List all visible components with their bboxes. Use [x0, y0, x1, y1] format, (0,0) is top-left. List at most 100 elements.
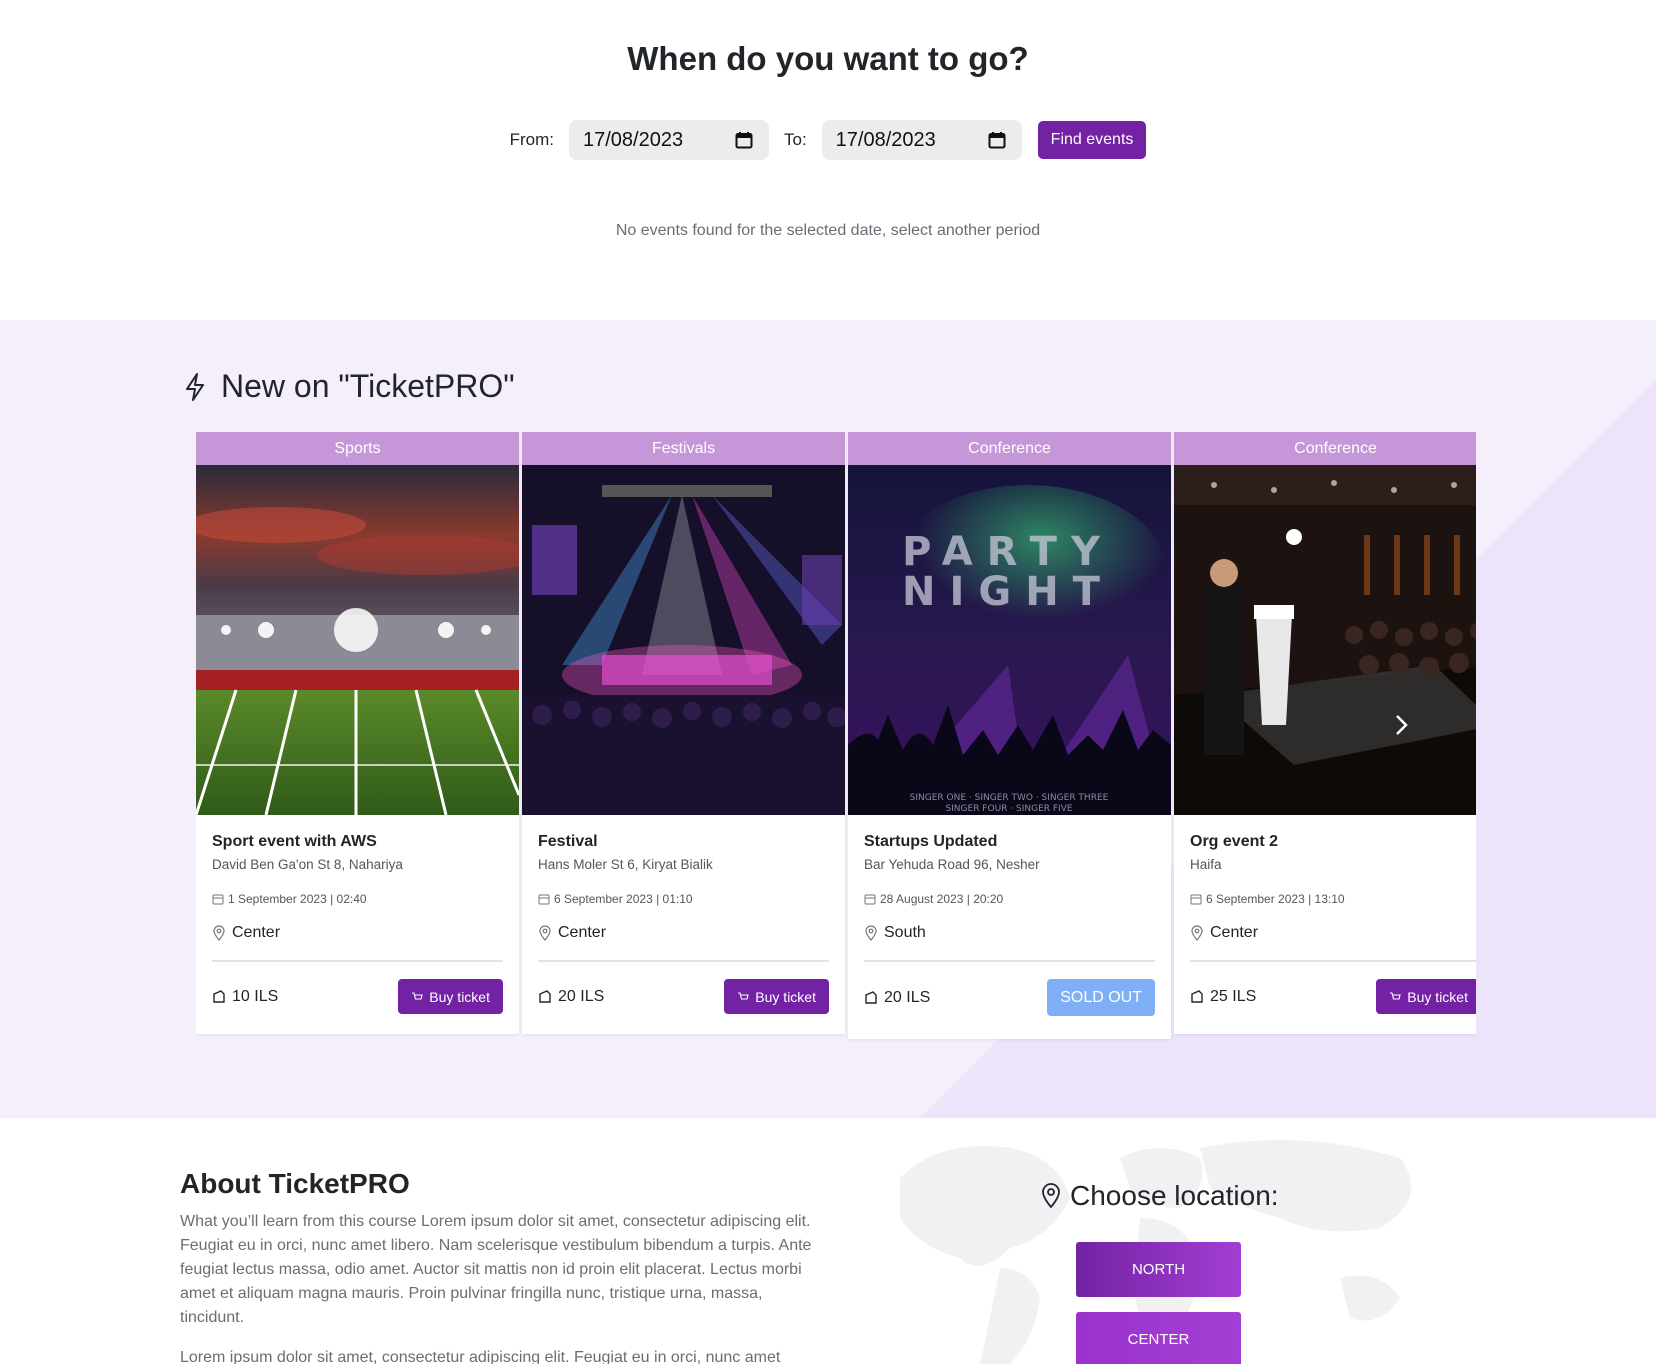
card-footer: 20 ILS Buy ticket — [538, 979, 829, 1014]
about-paragraph: Lorem ipsum dolor sit amet, consectetur … — [180, 1349, 781, 1364]
ticket-icon — [539, 989, 551, 1003]
event-image[interactable]: PARTY NIGHT SINGER ONE · SINGER TWO · SI… — [848, 465, 1171, 815]
events-carousel[interactable]: Sports Sport event with AWS David Ben Ga… — [196, 432, 1476, 1042]
buy-ticket-button[interactable]: Buy ticket — [398, 979, 503, 1014]
event-card[interactable]: Festivals Festival Hans Moler St 6, Kiry… — [522, 432, 845, 1034]
event-region-row: South — [864, 924, 1155, 942]
chevron-right-icon[interactable] — [1386, 710, 1416, 740]
event-category: Conference — [848, 432, 1171, 465]
no-events-message: No events found for the selected date, s… — [615, 222, 1041, 239]
sold-out-button[interactable]: SOLD OUT — [1047, 979, 1155, 1016]
about-paragraph: What you’ll learn from this course Lorem… — [180, 1213, 812, 1326]
price-row: 10 ILS — [212, 988, 278, 1006]
cart-icon — [412, 991, 424, 1000]
event-date-row: 6 September 2023 | 13:10 — [1190, 892, 1476, 906]
event-image[interactable] — [1174, 465, 1476, 815]
calendar-icon — [212, 894, 224, 905]
event-name[interactable]: Sport event with AWS — [212, 833, 503, 851]
find-events-button[interactable]: Find events — [1037, 121, 1147, 159]
event-region-row: Center — [1190, 924, 1476, 942]
event-image[interactable] — [196, 465, 519, 815]
calendar-icon[interactable] — [988, 131, 1006, 149]
location-pin-icon — [213, 925, 225, 941]
speaker-image — [1174, 465, 1476, 815]
event-address: Hans Moler St 6, Kiryat Bialik — [538, 857, 713, 872]
event-region: Center — [558, 924, 607, 941]
event-region: Center — [1210, 924, 1259, 941]
price-row: 20 ILS — [538, 988, 604, 1006]
event-region: Center — [232, 924, 281, 941]
buy-ticket-label: Buy ticket — [755, 988, 816, 1005]
event-date-row: 1 September 2023 | 02:40 — [212, 892, 503, 906]
event-region-row: Center — [538, 924, 829, 942]
event-name[interactable]: Startups Updated — [864, 833, 1155, 851]
from-date-value: 17/08/2023 — [582, 128, 684, 151]
card-divider — [538, 960, 829, 962]
location-pin-icon — [1191, 925, 1203, 941]
new-events-title: New on "TicketPRO" — [221, 368, 515, 404]
event-name[interactable]: Festival — [538, 833, 829, 851]
concert-image — [522, 465, 845, 815]
search-title: When do you want to go? — [627, 40, 1029, 77]
event-card[interactable]: Sports Sport event with AWS David Ben Ga… — [196, 432, 519, 1034]
event-region-row: Center — [212, 924, 503, 942]
card-footer: 10 ILS Buy ticket — [212, 979, 503, 1014]
calendar-icon — [1190, 894, 1202, 905]
choose-location-heading: Choose location: — [1040, 1180, 1279, 1212]
poster-footer-line-2: SINGER FOUR · SINGER FIVE — [945, 804, 1072, 814]
card-divider — [1190, 960, 1476, 962]
lightning-icon — [186, 372, 204, 401]
buy-ticket-label: Buy ticket — [429, 988, 490, 1005]
poster-footer-line-1: SINGER ONE · SINGER TWO · SINGER THREE — [910, 793, 1109, 803]
about-title: About TicketPRO — [180, 1168, 410, 1199]
ticket-icon — [865, 990, 877, 1004]
event-image[interactable] — [522, 465, 845, 815]
event-details: Sport event with AWS David Ben Ga'on St … — [196, 815, 519, 1014]
event-price: 10 ILS — [232, 987, 279, 1005]
new-events-section: New on "TicketPRO" Sports Sport event wi… — [0, 320, 1656, 1118]
event-details: Festival Hans Moler St 6, Kiryat Bialik … — [522, 815, 845, 1014]
event-category: Sports — [196, 432, 519, 465]
about-section: About TicketPRO What you’ll learn from t… — [0, 1118, 1656, 1364]
event-name[interactable]: Org event 2 — [1190, 833, 1476, 851]
choose-location-title: Choose location: — [1070, 1180, 1279, 1211]
location-north-button[interactable]: NORTH — [1076, 1242, 1241, 1297]
buy-ticket-button[interactable]: Buy ticket — [724, 979, 829, 1014]
buy-ticket-button[interactable]: Buy ticket — [1376, 979, 1476, 1014]
date-range-row: From: 17/08/2023 To: 17/08/2023 Find eve… — [0, 120, 1656, 160]
event-card[interactable]: Conference — [1174, 432, 1476, 1034]
event-price: 25 ILS — [1210, 987, 1257, 1005]
event-address: Haifa — [1190, 857, 1222, 872]
new-events-heading: New on "TicketPRO" — [183, 368, 515, 405]
event-details: Startups Updated Bar Yehuda Road 96, Nes… — [848, 815, 1171, 1016]
event-address: David Ben Ga'on St 8, Nahariya — [212, 857, 403, 872]
card-footer: 20 ILS SOLD OUT — [864, 979, 1155, 1016]
event-date: 6 September 2023 | 01:10 — [554, 892, 693, 906]
event-address: Bar Yehuda Road 96, Nesher — [864, 857, 1040, 872]
to-date-input[interactable]: 17/08/2023 — [821, 120, 1022, 160]
event-details: Org event 2 Haifa 6 September 2023 | 13:… — [1174, 815, 1476, 1014]
poster-title-line-2: NIGHT — [902, 569, 1114, 615]
calendar-icon[interactable] — [735, 131, 753, 149]
event-category: Conference — [1174, 432, 1476, 465]
ticket-icon — [213, 989, 225, 1003]
event-date-row: 6 September 2023 | 01:10 — [538, 892, 829, 906]
event-date: 1 September 2023 | 02:40 — [228, 892, 367, 906]
event-card[interactable]: Conference — [848, 432, 1171, 1039]
to-date-value: 17/08/2023 — [835, 128, 936, 151]
price-row: 25 ILS — [1190, 988, 1256, 1006]
from-date-input[interactable]: 17/08/2023 — [568, 120, 769, 160]
event-category: Festivals — [522, 432, 845, 465]
event-price: 20 ILS — [558, 987, 605, 1005]
cart-icon — [1390, 991, 1402, 1000]
calendar-icon — [538, 894, 550, 905]
date-search-section: When do you want to go? From: 17/08/2023… — [0, 0, 1656, 320]
buy-ticket-label: Buy ticket — [1407, 988, 1468, 1005]
card-divider — [864, 960, 1155, 962]
ticket-icon — [1191, 989, 1203, 1003]
location-center-button[interactable]: CENTER — [1076, 1312, 1241, 1364]
event-date: 28 August 2023 | 20:20 — [880, 892, 1004, 906]
location-pin-icon — [1042, 1183, 1060, 1209]
event-price: 20 ILS — [884, 988, 931, 1006]
event-region: South — [884, 924, 926, 941]
